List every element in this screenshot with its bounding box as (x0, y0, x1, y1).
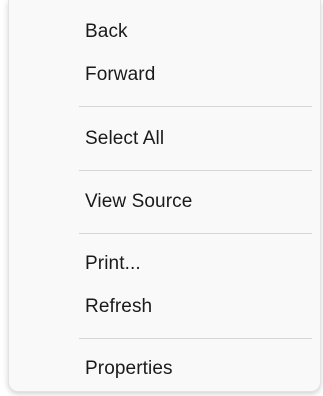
menu-separator (79, 233, 312, 234)
menu-item-label: Print... (85, 253, 141, 274)
menu-item-label: Forward (85, 64, 156, 85)
menu-item-label: Refresh (85, 296, 153, 317)
menu-item-print[interactable]: Print... (9, 244, 320, 284)
menu-item-label: Properties (85, 358, 173, 379)
menu-item-forward[interactable]: Forward (9, 55, 320, 95)
menu-separator (79, 338, 312, 339)
menu-item-select-all[interactable]: Select All (9, 119, 320, 159)
menu-item-label: Back (85, 21, 128, 42)
menu-item-properties[interactable]: Properties (9, 349, 320, 389)
context-menu: Back Forward Select All View Source Prin… (8, 0, 321, 392)
menu-item-back[interactable]: Back (9, 12, 320, 52)
menu-item-view-source[interactable]: View Source (9, 182, 320, 222)
menu-item-label: View Source (85, 191, 193, 212)
menu-item-refresh[interactable]: Refresh (9, 287, 320, 327)
menu-separator (79, 170, 312, 171)
menu-separator (79, 106, 312, 107)
menu-item-label: Select All (85, 128, 165, 149)
